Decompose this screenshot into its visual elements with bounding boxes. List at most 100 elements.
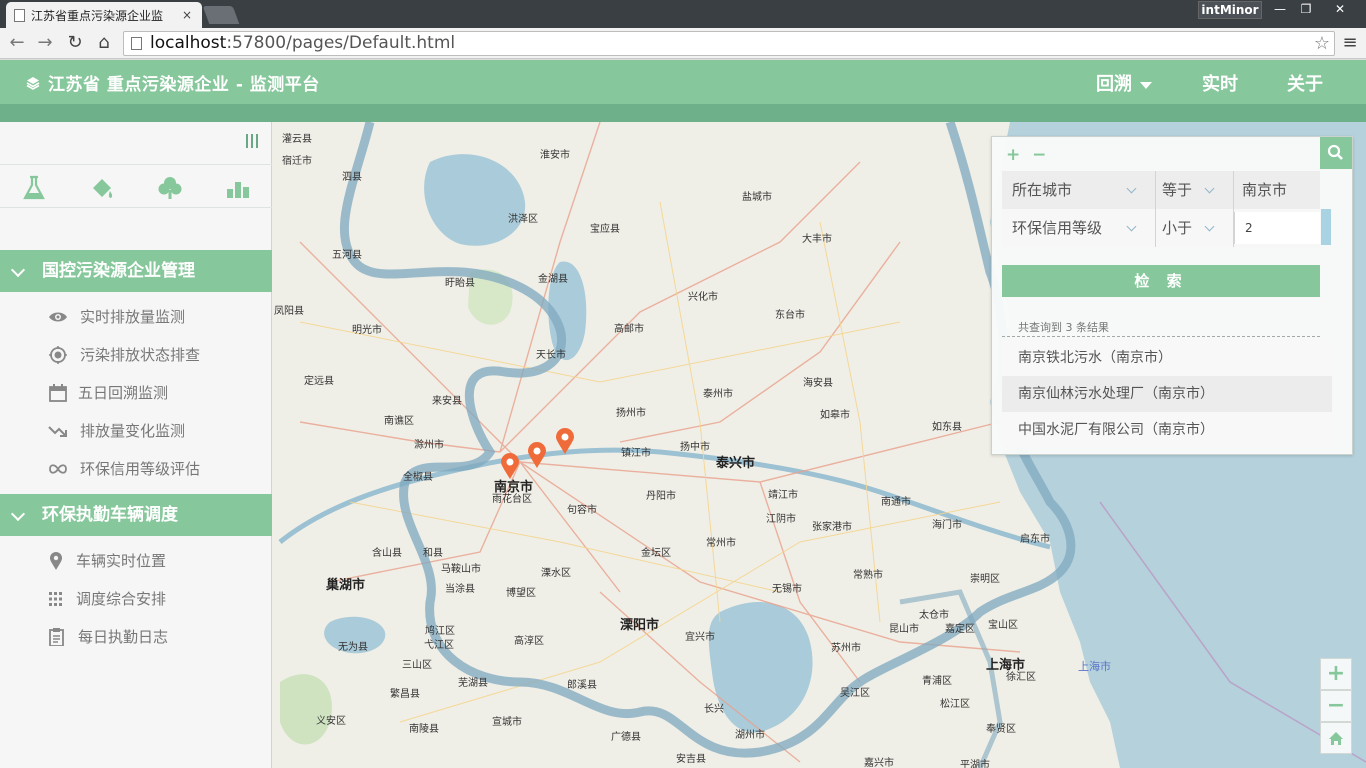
menu-item-dispatch[interactable]: 调度综合安排 — [0, 580, 272, 618]
nav-huisu[interactable]: 回溯 — [1096, 70, 1152, 96]
map-place-label: 江阴市 — [766, 514, 796, 525]
tab-title: 江苏省重点污染源企业监 — [31, 8, 164, 23]
menu-item-duty-log[interactable]: 每日执勤日志 — [0, 618, 272, 656]
search-icon — [1327, 144, 1343, 160]
map-place-label: 崇明区 — [970, 574, 1000, 585]
map-place-label: 广德县 — [611, 732, 641, 743]
result-item[interactable]: 中国水泥厂有限公司（南京市） — [1002, 412, 1332, 448]
map-marker-icon[interactable] — [527, 442, 547, 468]
reload-icon[interactable]: ↻ — [63, 31, 87, 55]
condition-row: 环保信用等级 小于 2 — [1002, 209, 1320, 247]
map-place-label: 义安区 — [316, 716, 346, 727]
field-select-value: 所在城市 — [1012, 181, 1073, 199]
map-place-label: 雨花台区 — [492, 494, 532, 505]
map-place-label: 泰州市 — [703, 389, 733, 400]
tab-close-icon[interactable]: × — [180, 8, 194, 22]
map-place-label: 青浦区 — [922, 676, 952, 687]
tree-icon[interactable] — [156, 174, 184, 202]
result-count: 共查询到 3 条结果 — [1018, 321, 1109, 334]
paint-bucket-icon[interactable] — [88, 174, 116, 202]
map-place-label: 南谯区 — [384, 416, 414, 427]
result-item[interactable]: 南京铁北污水（南京市） — [1002, 340, 1332, 376]
address-bar[interactable]: localhost:57800/pages/Default.html ☆ — [123, 31, 1335, 56]
map-place-label: 马鞍山市 — [441, 564, 481, 575]
operator-select[interactable]: 等于 — [1156, 171, 1234, 209]
map-place-label: 太仓市 — [919, 610, 949, 621]
home-icon[interactable]: ⌂ — [92, 31, 116, 55]
zoom-in-button[interactable]: + — [1320, 658, 1352, 690]
menu-item-pollution-status[interactable]: 污染排放状态排查 — [0, 336, 272, 374]
map-place-label: 当涂县 — [445, 584, 475, 595]
new-tab-button[interactable] — [202, 6, 240, 24]
map-place-label: 宝山区 — [988, 620, 1018, 631]
map-place-label: 博望区 — [506, 588, 536, 599]
menu-item-realtime-emission[interactable]: 实时排放量监测 — [0, 298, 272, 336]
field-select-value: 环保信用等级 — [1012, 219, 1103, 237]
operator-select-value: 小于 — [1162, 219, 1193, 237]
menu-item-five-day[interactable]: 五日回溯监测 — [0, 374, 272, 412]
user-badge[interactable]: intMinor — [1198, 1, 1262, 19]
map-place-label: 金湖县 — [538, 274, 568, 285]
close-window-icon[interactable]: ✕ — [1320, 0, 1360, 18]
map-place-label: 全椒县 — [403, 472, 433, 483]
scrollbar[interactable] — [1321, 209, 1331, 245]
forward-icon[interactable]: → — [33, 31, 57, 55]
page-icon — [131, 37, 142, 50]
section-header-guokong[interactable]: 国控污染源企业管理 — [0, 250, 272, 292]
maximize-icon[interactable]: ❐ — [1294, 0, 1318, 18]
map-place-label: 盱眙县 — [445, 278, 475, 289]
map-place-label: 扬州市 — [616, 408, 646, 419]
home-icon — [1329, 732, 1343, 745]
value-select[interactable]: 南京市 — [1234, 171, 1320, 209]
remove-condition-button[interactable]: − — [1032, 145, 1046, 165]
menu-item-label: 车辆实时位置 — [76, 552, 167, 570]
add-condition-button[interactable]: + — [1006, 145, 1020, 165]
flask-icon[interactable] — [20, 174, 48, 202]
bar-chart-icon[interactable] — [224, 174, 252, 202]
map-place-label: 海门市 — [932, 520, 962, 531]
map-place-label: 嘉兴市 — [864, 758, 894, 768]
zoom-out-button[interactable]: − — [1320, 690, 1352, 722]
minimize-icon[interactable]: — — [1268, 0, 1292, 18]
map-place-label: 三山区 — [402, 660, 432, 671]
menu-item-credit-rating[interactable]: 环保信用等级评估 — [0, 450, 272, 488]
menu-item-emission-change[interactable]: 排放量变化监测 — [0, 412, 272, 450]
retrieve-button[interactable]: 检 索 — [1002, 265, 1320, 297]
divider — [0, 164, 272, 165]
map-place-label: 高邮市 — [614, 324, 644, 335]
map-place-label: 五河县 — [332, 250, 362, 261]
map-place-label: 鸠江区 — [425, 626, 455, 637]
map-place-label: 徐汇区 — [1006, 672, 1036, 683]
result-item[interactable]: 南京仙林污水处理厂（南京市） — [1002, 376, 1332, 412]
browser-tab[interactable]: 江苏省重点污染源企业监 × — [6, 2, 202, 28]
map-marker-icon[interactable] — [555, 428, 575, 454]
url-host: localhost — [150, 33, 227, 53]
map-place-label: 启东市 — [1020, 534, 1050, 545]
section-title: 国控污染源企业管理 — [42, 261, 195, 281]
map-place-label: 常熟市 — [853, 570, 883, 581]
map-place-label: 扬中市 — [680, 442, 710, 453]
nav-guanyu[interactable]: 关于 — [1287, 70, 1323, 96]
field-select[interactable]: 所在城市 — [1002, 171, 1156, 209]
sidebar-collapse-icon[interactable] — [246, 134, 260, 148]
operator-select[interactable]: 小于 — [1156, 209, 1234, 247]
nav-shishi[interactable]: 实时 — [1202, 70, 1238, 96]
query-panel: + − 所在城市 等于 南京市 环保信用等级 小于 2 检 索 共查询到 3 条… — [991, 136, 1353, 455]
home-extent-button[interactable] — [1320, 722, 1352, 754]
map-place-label: 盐城市 — [742, 192, 772, 203]
menu-item-label: 五日回溯监测 — [78, 384, 169, 402]
map-place-label: 如皋市 — [820, 410, 850, 421]
value-input[interactable]: 2 — [1234, 212, 1320, 244]
menu-item-vehicle-position[interactable]: 车辆实时位置 — [0, 542, 272, 580]
back-icon[interactable]: ← — [5, 31, 29, 55]
bookmark-star-icon[interactable]: ☆ — [1314, 32, 1330, 55]
map-place-label: 来安县 — [432, 396, 462, 407]
map-place-label: 宿迁市 — [282, 156, 312, 167]
map-place-label: 奉贤区 — [986, 724, 1016, 735]
caret-down-icon — [1140, 81, 1152, 89]
search-button[interactable] — [1320, 137, 1352, 169]
browser-menu-icon[interactable]: ≡ — [1340, 33, 1360, 53]
section-header-vehicle[interactable]: 环保执勤车辆调度 — [0, 494, 272, 536]
field-select[interactable]: 环保信用等级 — [1002, 209, 1156, 247]
app-header: 江苏省 重点污染源企业 - 监测平台 回溯 实时 关于 — [0, 60, 1366, 104]
